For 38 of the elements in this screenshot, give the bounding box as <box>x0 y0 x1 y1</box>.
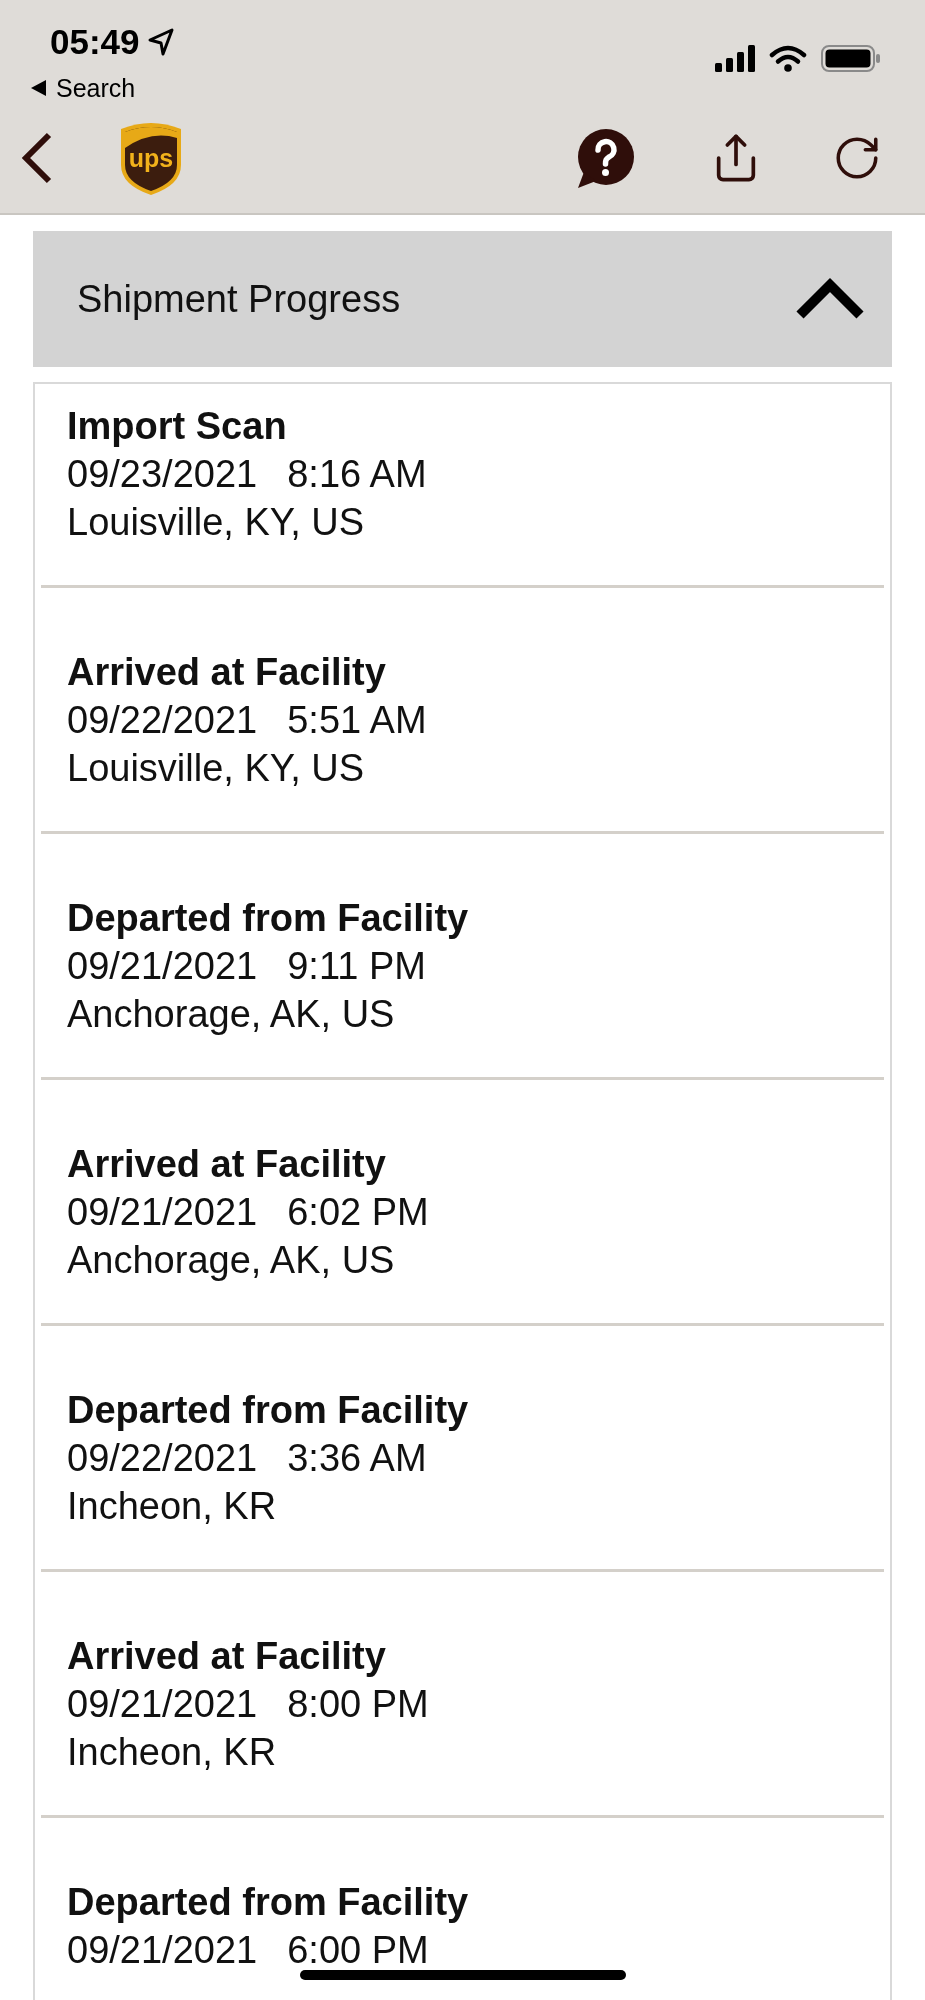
back-triangle-icon <box>31 80 46 96</box>
event-date: 09/21/2021 <box>67 1682 258 1727</box>
event-status: Arrived at Facility <box>67 650 386 695</box>
back-chevron-icon <box>21 132 53 184</box>
event-status: Import Scan <box>67 404 287 449</box>
event-location: Anchorage, AK, US <box>67 992 395 1037</box>
location-arrow-icon <box>147 28 174 56</box>
event-status: Departed from Facility <box>67 1388 469 1433</box>
event-status: Departed from Facility <box>67 896 469 941</box>
status-time: 05:49 <box>50 22 140 62</box>
event-status: Arrived at Facility <box>67 1634 386 1679</box>
signal-icon <box>715 45 755 72</box>
event-date: 09/21/2021 <box>67 944 258 989</box>
event-location: Incheon, KR <box>67 1484 277 1529</box>
back-to-search-link[interactable]: Search <box>31 73 174 103</box>
event-time: 8:16 AM <box>287 452 427 497</box>
event-time: 5:51 AM <box>287 698 427 743</box>
event-location: Louisville, KY, US <box>67 500 365 545</box>
event-status: Departed from Facility <box>67 1880 469 1925</box>
event-date: 09/22/2021 <box>67 1436 258 1481</box>
event-time: 3:36 AM <box>287 1436 427 1481</box>
event-date: 09/21/2021 <box>67 1928 258 1973</box>
event-date: 09/21/2021 <box>67 1190 258 1235</box>
event-status: Arrived at Facility <box>67 1142 386 1187</box>
ups-logo: ups <box>119 120 183 196</box>
event-time: 6:00 PM <box>287 1928 429 1973</box>
event-time: 9:11 PM <box>287 944 426 989</box>
wifi-icon <box>769 45 807 72</box>
section-header[interactable]: Shipment Progress <box>33 231 892 367</box>
event-location: Anchorage, AK, US <box>67 1238 395 1283</box>
battery-icon <box>821 45 881 72</box>
event-location: Incheon, KR <box>67 1730 277 1775</box>
back-button[interactable] <box>21 132 53 184</box>
event-time: 6:02 PM <box>287 1190 429 1235</box>
event-time: 8:00 PM <box>287 1682 429 1727</box>
event-date: 09/23/2021 <box>67 452 258 497</box>
event-date: 09/22/2021 <box>67 698 258 743</box>
event-location: Louisville, KY, US <box>67 746 365 791</box>
